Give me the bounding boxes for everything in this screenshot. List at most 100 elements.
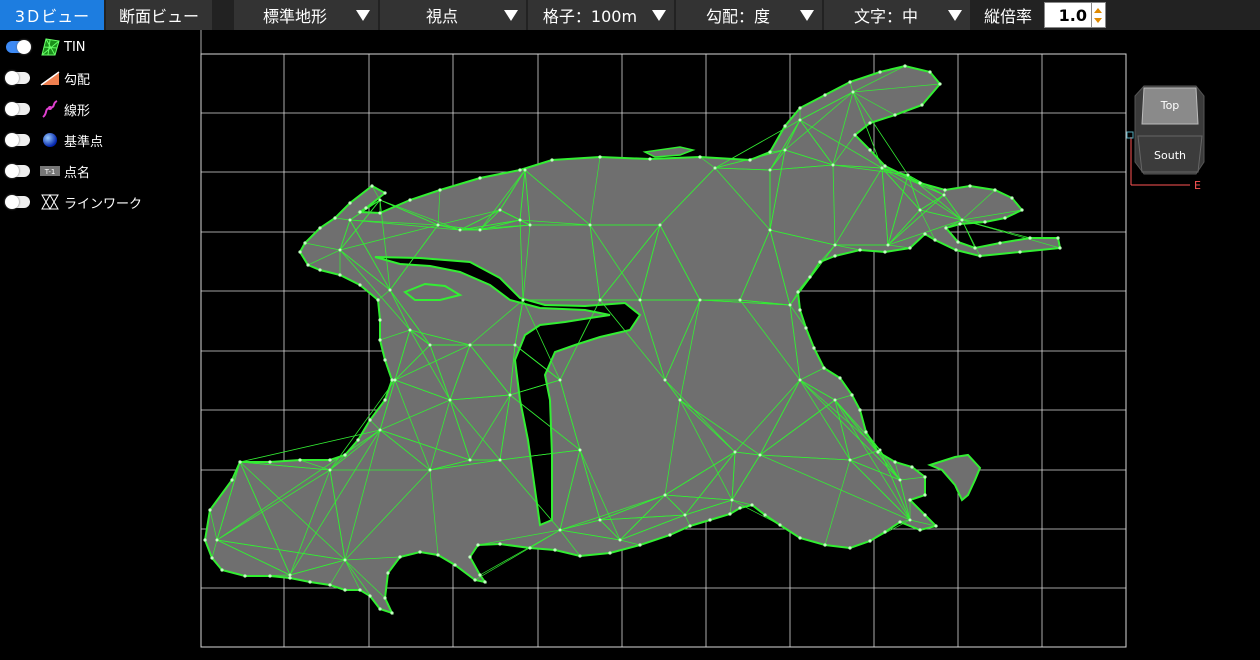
tin-vertex xyxy=(906,173,910,177)
tin-vertex xyxy=(638,298,642,302)
tin-vertex xyxy=(388,288,392,292)
tin-vertex xyxy=(898,520,902,524)
tin-vertex xyxy=(868,121,872,125)
spin-down-icon[interactable] xyxy=(1094,18,1102,23)
tin-vertex xyxy=(663,378,667,382)
tin-vertex xyxy=(804,326,808,330)
tin-vertex xyxy=(473,578,477,582)
tin-vertex xyxy=(1056,236,1060,240)
tin-vertex xyxy=(638,543,642,547)
vertical-scale-input[interactable] xyxy=(1044,2,1092,28)
tin-vertex xyxy=(668,533,672,537)
tin-vertex xyxy=(778,523,782,527)
navigation-cube[interactable]: Top South E xyxy=(1126,85,1205,192)
tab-3d-view[interactable]: 3Ｄビュー xyxy=(0,0,104,30)
tin-vertex xyxy=(343,558,347,562)
tin-vertex xyxy=(886,243,890,247)
tin-vertex xyxy=(436,553,440,557)
vertical-scale-label: 縦倍率 xyxy=(974,0,1042,30)
tin-vertex xyxy=(893,113,897,117)
tin-vertex xyxy=(578,448,582,452)
tin-vertex xyxy=(458,228,462,232)
tin-vertex xyxy=(788,303,792,307)
tin-vertex xyxy=(878,70,882,74)
tin-vertex xyxy=(1020,208,1024,212)
tin-vertex xyxy=(398,555,402,559)
tin-vertex xyxy=(698,298,702,302)
viewpoint-dropdown[interactable]: 視点 xyxy=(380,0,526,30)
tin-vertex xyxy=(858,248,862,252)
tin-vertex xyxy=(848,80,852,84)
tin-vertex xyxy=(203,538,207,542)
tin-vertex xyxy=(428,468,432,472)
tin-vertex xyxy=(498,208,502,212)
tin-vertex xyxy=(328,468,332,472)
tin-vertex xyxy=(306,263,310,267)
spin-up-icon[interactable] xyxy=(1094,8,1102,13)
tin-vertex xyxy=(768,168,772,172)
tin-vertex xyxy=(498,458,502,462)
tin-vertex xyxy=(708,518,712,522)
tin-vertex xyxy=(390,378,394,382)
tin-vertex xyxy=(508,393,512,397)
tin-vertex xyxy=(960,218,964,222)
tin-vertex xyxy=(1003,216,1007,220)
tin-vertex xyxy=(920,103,924,107)
grid-dropdown[interactable]: 格子：100m xyxy=(528,0,674,30)
tin-vertex xyxy=(923,493,927,497)
tin-vertex xyxy=(408,198,412,202)
tin-vertex xyxy=(910,465,914,469)
tin-vertex xyxy=(868,148,872,152)
tin-vertex xyxy=(210,556,214,560)
tin-vertex xyxy=(268,574,272,578)
tin-vertex xyxy=(598,155,602,159)
slope-unit-dropdown[interactable]: 勾配：度 xyxy=(676,0,822,30)
tin-vertex xyxy=(768,228,772,232)
text-size-dropdown[interactable]: 文字：中 xyxy=(824,0,970,30)
tin-vertex xyxy=(983,220,987,224)
tin-vertex xyxy=(831,163,835,167)
3d-viewport[interactable]: Top South E xyxy=(0,30,1260,660)
chevron-down-icon xyxy=(504,9,518,21)
tin-vertex xyxy=(468,555,472,559)
tin-vertex xyxy=(934,524,938,528)
tin-vertex xyxy=(883,250,887,254)
tin-vertex xyxy=(933,238,937,242)
tin-vertex xyxy=(698,155,702,159)
tin-vertex xyxy=(318,226,322,230)
tin-vertex xyxy=(288,573,292,577)
tin-vertex xyxy=(730,498,734,502)
tin-vertex xyxy=(448,398,452,402)
tin-vertex xyxy=(923,232,927,236)
tin-vertex xyxy=(918,528,922,532)
tin-vertex xyxy=(763,513,767,517)
chevron-down-icon xyxy=(800,9,814,21)
tin-vertex xyxy=(1018,250,1022,254)
tin-vertex xyxy=(833,254,837,258)
tin-vertex xyxy=(958,222,962,226)
terrain-dropdown[interactable]: 標準地形 xyxy=(234,0,378,30)
tin-vertex xyxy=(338,248,342,252)
tin-vertex xyxy=(750,503,754,507)
tin-vertex xyxy=(908,246,912,250)
tin-vertex xyxy=(713,166,717,170)
tin-vertex xyxy=(558,528,562,532)
tin-vertex xyxy=(378,338,382,342)
tin-vertex xyxy=(998,241,1002,245)
tin-vertex xyxy=(348,218,352,222)
tin-vertex xyxy=(343,453,347,457)
tin-vertex xyxy=(268,460,272,464)
tin-vertex xyxy=(308,580,312,584)
tab-section-view[interactable]: 断面ビュー xyxy=(106,0,212,30)
vertical-scale-spinner[interactable] xyxy=(1092,2,1106,28)
axis-label-east: E xyxy=(1194,179,1201,192)
tin-vertex xyxy=(598,518,602,522)
tin-vertex xyxy=(238,460,242,464)
tin-vertex xyxy=(338,273,342,277)
tin-vertex xyxy=(393,378,397,382)
tin-vertex xyxy=(368,594,372,598)
tin-vertex xyxy=(378,211,382,215)
tin-vertex xyxy=(978,254,982,258)
tin-vertex xyxy=(853,133,857,137)
terrain-dropdown-label: 標準地形 xyxy=(262,7,327,26)
